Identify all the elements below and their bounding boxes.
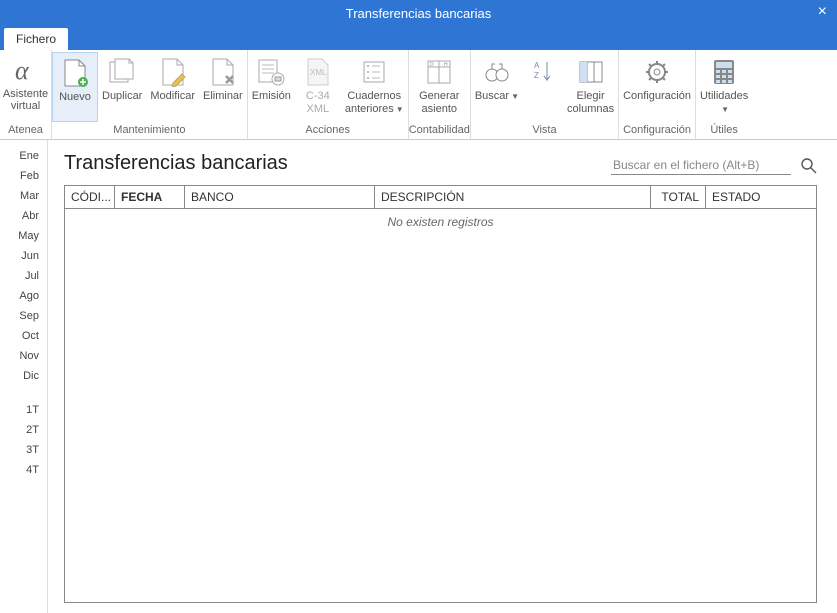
assistant-icon[interactable]: α bbox=[10, 54, 42, 86]
buscar-button[interactable]: Buscar▼ bbox=[471, 52, 523, 122]
elegir-columnas-button[interactable]: Elegir columnas bbox=[563, 52, 618, 122]
ribbon-group-atenea: α Asistente virtual Atenea bbox=[0, 50, 52, 139]
sidebar-month-sep[interactable]: Sep bbox=[0, 306, 47, 326]
sidebar-month-ene[interactable]: Ene bbox=[0, 146, 47, 166]
duplicar-button[interactable]: Duplicar bbox=[98, 52, 146, 122]
sidebar-quarter-3t[interactable]: 3T bbox=[0, 440, 47, 460]
sort-button[interactable]: AZ bbox=[523, 52, 563, 122]
chevron-down-icon: ▼ bbox=[511, 92, 519, 101]
empty-message: No existen registros bbox=[387, 215, 493, 602]
col-estado[interactable]: ESTADO bbox=[706, 186, 816, 208]
eliminar-button[interactable]: Eliminar bbox=[199, 52, 247, 122]
col-codigo[interactable]: CÓDI... bbox=[65, 186, 115, 208]
columns-icon bbox=[575, 56, 607, 88]
ledger-icon: DH bbox=[423, 56, 455, 88]
xml-icon: XML bbox=[302, 56, 334, 88]
group-label-atenea: Atenea bbox=[8, 124, 43, 139]
col-fecha[interactable]: FECHA bbox=[115, 186, 185, 208]
svg-text:α: α bbox=[15, 56, 30, 85]
duplicate-icon bbox=[106, 56, 138, 88]
gear-icon bbox=[641, 56, 673, 88]
ribbon-group-contabilidad: DH Generar asiento Contabilidad bbox=[409, 50, 471, 139]
tab-fichero[interactable]: Fichero bbox=[4, 28, 68, 50]
sidebar-month-feb[interactable]: Feb bbox=[0, 166, 47, 186]
search-icon[interactable] bbox=[801, 158, 817, 174]
col-banco[interactable]: BANCO bbox=[185, 186, 375, 208]
svg-text:H: H bbox=[444, 62, 448, 68]
titlebar: Transferencias bancarias × bbox=[0, 0, 837, 26]
sidebar-month-oct[interactable]: Oct bbox=[0, 326, 47, 346]
sidebar-quarter-2t[interactable]: 2T bbox=[0, 420, 47, 440]
notebook-icon bbox=[358, 56, 390, 88]
configuracion-button[interactable]: Configuración bbox=[619, 52, 695, 122]
search-box bbox=[611, 156, 817, 175]
ribbon-group-mantenimiento: Nuevo Duplicar Modificar Eliminar bbox=[52, 50, 248, 139]
sidebar-month-nov[interactable]: Nov bbox=[0, 346, 47, 366]
group-label-mantenimiento: Mantenimiento bbox=[52, 122, 247, 139]
emission-icon bbox=[255, 56, 287, 88]
generar-asiento-button[interactable]: DH Generar asiento bbox=[415, 52, 463, 122]
edit-icon bbox=[157, 56, 189, 88]
ribbon-tabbar: Fichero bbox=[0, 26, 837, 50]
table-header: CÓDI... FECHA BANCO DESCRIPCIÓN TOTAL ES… bbox=[65, 186, 816, 209]
ribbon: α Asistente virtual Atenea Nuevo Duplica… bbox=[0, 50, 837, 140]
ribbon-group-acciones: Emisión XML C-34 XML Cuadernos anteriore… bbox=[248, 50, 409, 139]
group-label-acciones: Acciones bbox=[248, 122, 408, 139]
sort-icon: AZ bbox=[527, 56, 559, 88]
sidebar: Ene Feb Mar Abr May Jun Jul Ago Sep Oct … bbox=[0, 140, 48, 613]
chevron-down-icon: ▼ bbox=[396, 105, 404, 114]
cuadernos-button[interactable]: Cuadernos anteriores▼ bbox=[341, 52, 408, 122]
new-document-icon bbox=[59, 57, 91, 89]
sidebar-month-dic[interactable]: Dic bbox=[0, 366, 47, 386]
table-body: No existen registros bbox=[65, 209, 816, 602]
main-panel: Transferencias bancarias CÓDI... FECHA B… bbox=[48, 140, 837, 613]
svg-text:XML: XML bbox=[310, 68, 327, 77]
ribbon-group-vista: Buscar▼ AZ Elegir columnas Vista bbox=[471, 50, 619, 139]
sidebar-month-jul[interactable]: Jul bbox=[0, 266, 47, 286]
ribbon-group-configuracion: Configuración Configuración bbox=[619, 50, 696, 139]
col-descripcion[interactable]: DESCRIPCIÓN bbox=[375, 186, 651, 208]
binoculars-icon bbox=[481, 56, 513, 88]
sidebar-quarter-1t[interactable]: 1T bbox=[0, 400, 47, 420]
group-label-configuracion: Configuración bbox=[619, 122, 695, 139]
svg-text:D: D bbox=[430, 62, 434, 68]
svg-text:A: A bbox=[534, 61, 540, 70]
close-icon[interactable]: × bbox=[818, 3, 827, 21]
nuevo-button[interactable]: Nuevo bbox=[52, 52, 98, 122]
utilidades-button[interactable]: Utilidades▼ bbox=[696, 52, 752, 122]
delete-icon bbox=[207, 56, 239, 88]
emision-button[interactable]: Emisión bbox=[248, 52, 295, 122]
modificar-button[interactable]: Modificar bbox=[146, 52, 199, 122]
group-label-vista: Vista bbox=[471, 122, 618, 139]
body: Ene Feb Mar Abr May Jun Jul Ago Sep Oct … bbox=[0, 140, 837, 613]
sidebar-quarter-4t[interactable]: 4T bbox=[0, 460, 47, 480]
ribbon-group-utiles: Utilidades▼ Útiles bbox=[696, 50, 752, 139]
calculator-icon bbox=[708, 56, 740, 88]
col-total[interactable]: TOTAL bbox=[651, 186, 706, 208]
sidebar-month-may[interactable]: May bbox=[0, 226, 47, 246]
sidebar-month-ago[interactable]: Ago bbox=[0, 286, 47, 306]
data-table: CÓDI... FECHA BANCO DESCRIPCIÓN TOTAL ES… bbox=[64, 185, 817, 603]
assistant-label: Asistente virtual bbox=[0, 88, 51, 112]
sidebar-month-abr[interactable]: Abr bbox=[0, 206, 47, 226]
search-input[interactable] bbox=[611, 156, 791, 175]
svg-text:Z: Z bbox=[534, 71, 539, 80]
c34xml-button[interactable]: XML C-34 XML bbox=[295, 52, 341, 122]
sidebar-month-jun[interactable]: Jun bbox=[0, 246, 47, 266]
page-title: Transferencias bancarias bbox=[64, 152, 288, 175]
group-label-contabilidad: Contabilidad bbox=[409, 122, 470, 139]
window-title: Transferencias bancarias bbox=[346, 6, 491, 21]
chevron-down-icon: ▼ bbox=[721, 105, 729, 114]
sidebar-month-mar[interactable]: Mar bbox=[0, 186, 47, 206]
group-label-utiles: Útiles bbox=[696, 122, 752, 139]
